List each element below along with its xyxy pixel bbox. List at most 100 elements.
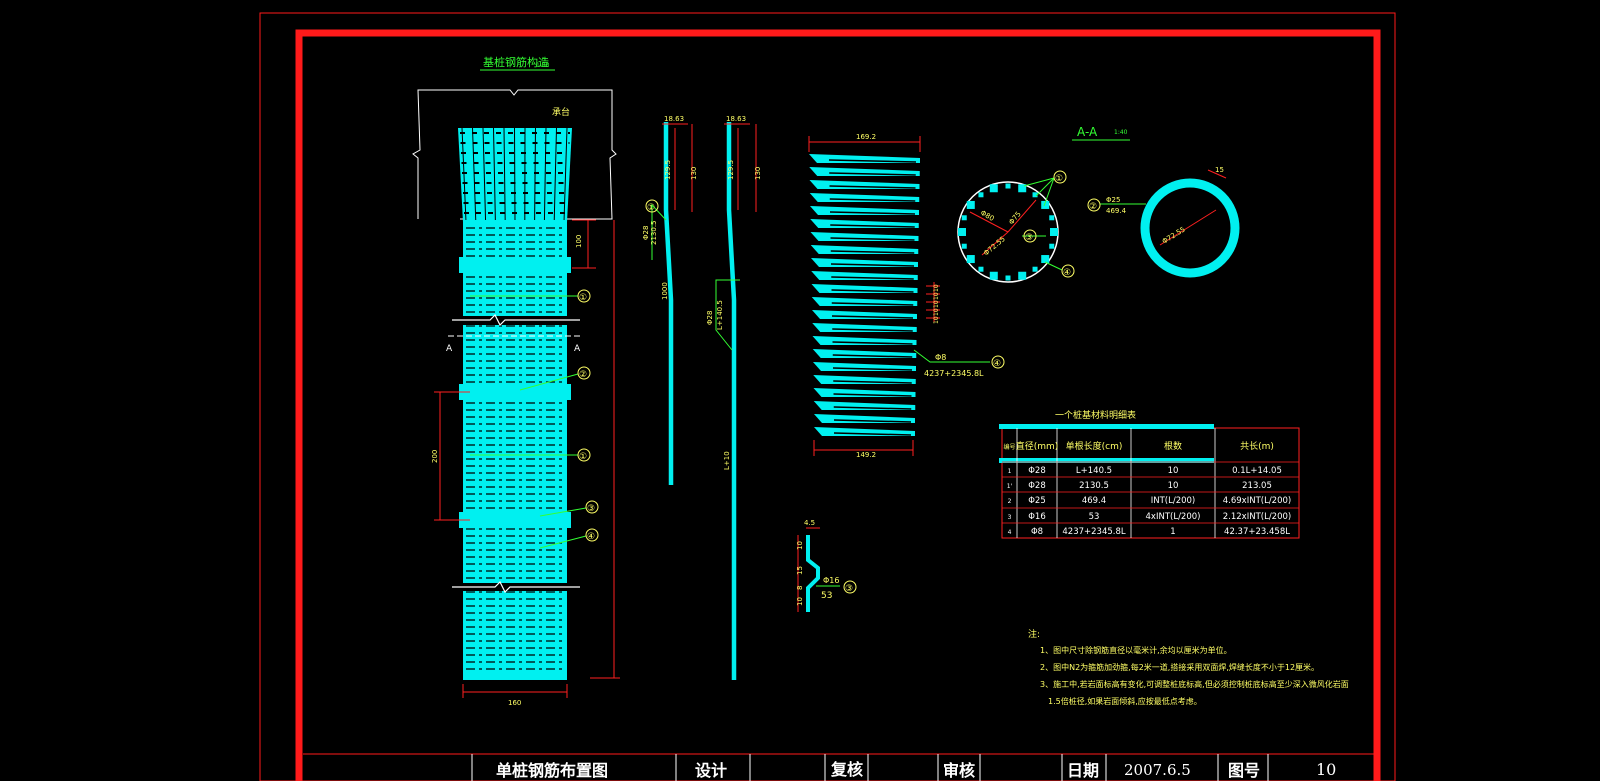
table-cell: 0.1L+14.05 (1232, 466, 1282, 476)
hook-dim-15: 15 (796, 566, 804, 575)
tb-date-label: 日期 (1067, 761, 1099, 780)
note-1: 1、图中尺寸除钢筋直径以毫米计,余均以厘米为单位。 (1040, 645, 1232, 655)
spiral-leader (913, 349, 990, 363)
pitch-dim-text: 10 (933, 316, 940, 324)
elevation-scale: 1:80 (536, 62, 550, 69)
dim-160: 160 (508, 699, 521, 707)
bar-a-dim-130-text: 130 (690, 167, 698, 180)
bar-a-dim-slope-text: 129.5 (664, 160, 672, 180)
flare-vertical (514, 127, 516, 223)
callout-4: ④ (587, 532, 595, 542)
table-cell: 213.05 (1242, 481, 1272, 491)
section-rebar (1050, 228, 1058, 236)
section-aa: A-A 1:40 Φ80 Φ75 Φ72.55 ① ③ ④ Φ72.55 15 … (957, 125, 1240, 283)
table-cell: 3 (1008, 514, 1012, 521)
table-cell: Φ16 (1028, 512, 1046, 522)
bar-a-len: 2130.5 (650, 221, 658, 246)
hook-shape (806, 535, 820, 612)
spiral-detail: 169.2 149.2 1010101010 Φ8 4237+2345.8L ④ (808, 133, 1005, 459)
table-header-cell: 编号 (1003, 443, 1015, 451)
ring-dim-text: Φ72.55 (1161, 225, 1187, 245)
dim-100: 100 (575, 235, 583, 248)
table-cell: 469.4 (1082, 496, 1106, 506)
notes-heading: 注: (1028, 628, 1040, 640)
pile-body-lower (463, 590, 567, 680)
tb-check: 复核 (830, 760, 863, 779)
callout-1-upper: ① (579, 293, 587, 303)
main-bar-b: 18.63 130 129.5 Φ28 L+140.5 L+10 (706, 115, 762, 680)
tb-drawing-no-label: 图号 (1228, 761, 1260, 780)
section-rebar (966, 255, 975, 264)
table-header-cell: 单根长度(cm) (1066, 440, 1123, 452)
title-block: 单桩钢筋布置图 设计 复核 审核 日期 2007.6.5 图号 10 (303, 753, 1374, 781)
tb-drawing-no: 10 (1316, 760, 1336, 779)
hook-dim-10b: 10 (796, 597, 804, 606)
table-cell: 2 (1008, 498, 1012, 505)
tb-drawing-name: 单桩钢筋布置图 (496, 761, 608, 780)
bar-a-low: 1000 (661, 282, 669, 300)
bar-b-dim-top-text: 18.63 (726, 115, 746, 123)
bar-b-dim-130-text: 130 (754, 167, 762, 180)
callout-1-lower: ① (579, 452, 587, 462)
table-headers: 编号 直径(mm) 单根长度(cm) 根数 共长(m) (1003, 440, 1273, 452)
ring-dia: Φ25 (1106, 196, 1120, 204)
pitch-dims: 1010101010 (926, 284, 940, 324)
spiral-dim-bottom-text: 149.2 (856, 451, 876, 459)
hook-dim-8: 8 (796, 586, 804, 590)
table-top-band (999, 424, 1214, 429)
section-ring (1140, 178, 1240, 278)
callout-2: ② (579, 370, 587, 380)
hook-callout: ③ (845, 584, 853, 594)
cap-label: 承台 (552, 106, 570, 118)
section-rebar (1049, 243, 1055, 249)
section-callout-3: ③ (1025, 233, 1033, 243)
spiral-coils (809, 154, 920, 436)
section-rebar (1005, 183, 1011, 189)
table-cell: 10 (1168, 481, 1179, 491)
hook-dia: Φ16 (823, 576, 839, 585)
hook-len: 53 (821, 591, 832, 601)
spiral-dim-top-text: 169.2 (856, 133, 876, 141)
note-3: 3、施工中,若岩面标高有变化,可调整桩底标高,但必须控制桩底标高至少深入微风化岩… (1040, 679, 1349, 689)
pile-elevation: 基桩钢筋构造 1:80 承台 A A 100 200 160 ① ② ① ③ ④ (412, 55, 620, 707)
table-cell: Φ28 (1028, 466, 1046, 476)
hook-detail: 4.5 10 15 8 10 Φ16 53 ③ (796, 519, 857, 612)
table-cell: Φ8 (1031, 527, 1043, 537)
section-rebar (961, 215, 967, 221)
pitch-dim-text: 10 (933, 292, 940, 300)
section-mark-right: A (574, 344, 581, 354)
dim-200: 200 (431, 450, 439, 463)
pitch-dim-text: 10 (933, 308, 940, 316)
table-cell: 4 (1008, 529, 1012, 536)
table-cell: 2.12xINT(L/200) (1223, 512, 1291, 522)
main-bar-a: 18.63 130 129.5 ① Φ28 2130.5 1000 (642, 115, 698, 485)
table-cell: 53 (1089, 512, 1100, 522)
section-callout-1: ① (1055, 174, 1063, 184)
table-header-cell: 共长(m) (1240, 440, 1274, 452)
table-cell: 4xINT(L/200) (1146, 512, 1201, 522)
table-cell: Φ25 (1028, 496, 1046, 506)
callout-3: ③ (587, 504, 595, 514)
table-cell: 4.69xINT(L/200) (1223, 496, 1291, 506)
table-header-cell: 直径(mm) (1016, 440, 1059, 452)
table-cell: Φ28 (1028, 481, 1046, 491)
stiffener-ring-2 (459, 384, 571, 400)
table-cell: 2130.5 (1079, 481, 1109, 491)
section-title: A-A (1077, 125, 1098, 139)
hook-dim-45-text: 4.5 (804, 519, 815, 527)
section-rebar (1018, 271, 1027, 280)
section-rebar (989, 271, 998, 280)
ring-len: 469.4 (1106, 207, 1127, 215)
stiffener-ring-1 (459, 257, 571, 273)
table-cell: 42.37+23.458L (1224, 527, 1290, 537)
bar-a-dim-top-text: 18.63 (664, 115, 684, 123)
section-scale: 1:40 (1114, 129, 1128, 136)
ring-lap-text: 15 (1215, 166, 1224, 174)
notes-block: 注: 1、图中尺寸除钢筋直径以毫米计,余均以厘米为单位。 2、图中N2为箍筋加劲… (1028, 628, 1349, 706)
bar-a-callout: ① (647, 203, 655, 213)
table-title: 一个桩基材料明细表 (1055, 409, 1136, 421)
bar-b-shape (726, 122, 737, 680)
material-table: 一个桩基材料明细表 编号 直径(mm) 单根长度(cm) 根数 共长(m) 1 Φ28 L+… (999, 409, 1300, 539)
bar-a-dia: Φ28 (642, 226, 650, 240)
table-cell: 1' (1007, 483, 1013, 490)
